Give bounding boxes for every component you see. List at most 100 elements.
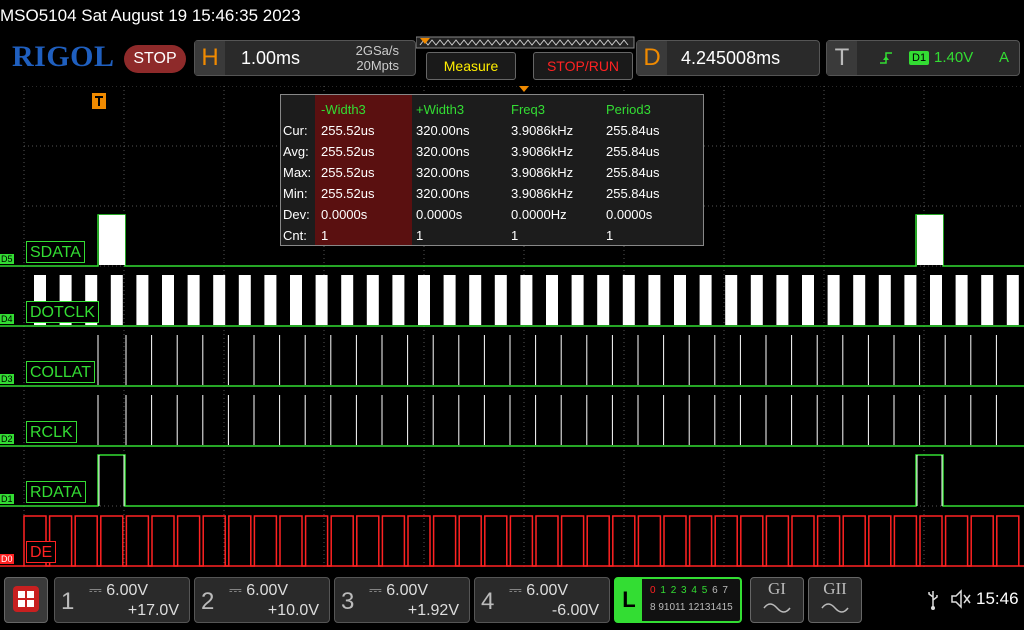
bus-2-label: GII (823, 579, 847, 598)
channel-1-scale-value: 6.00V (106, 582, 149, 599)
logic-ch-7: 7 (722, 585, 729, 596)
channel-2-box[interactable]: 2 ⎓ 6.00V +10.0V (194, 577, 330, 623)
measure-button[interactable]: Measure (426, 52, 516, 80)
speaker-muted-icon[interactable] (950, 589, 972, 609)
meas-header-neg-width: -Width3 (321, 102, 366, 117)
channel-1-box[interactable]: 1 ⎓ 6.00V +17.0V (54, 577, 190, 623)
trace-d4 (0, 275, 1024, 327)
meas-cell: 1 (511, 228, 519, 243)
bus-1-label: GI (768, 579, 786, 598)
rising-edge-icon (880, 52, 892, 64)
logic-key: L (616, 579, 642, 621)
trigger-t-marker (92, 93, 106, 109)
logic-channels-row2: 8 91011 12131415 (650, 602, 733, 613)
channel-label-de[interactable]: DE (26, 541, 57, 563)
channel-1-scale: ⎓ 6.00V (89, 582, 149, 599)
meas-cell: 1 (606, 228, 614, 243)
trigger-source-badge: D1 (909, 51, 930, 65)
meas-cell: 255.52us (321, 144, 375, 159)
channel-4-scale: ⎓ 6.00V (509, 582, 569, 599)
trigger-position-marker (519, 86, 529, 92)
stop-run-button[interactable]: STOP/RUN (533, 52, 633, 80)
logic-ch-1: 1 (660, 585, 667, 596)
channel-label-rclk[interactable]: RCLK (26, 421, 77, 443)
meas-cell: 255.84us (606, 165, 660, 180)
channel-4-offset: -6.00V (551, 602, 599, 619)
bus-2-button[interactable]: GII (808, 577, 862, 623)
channel-tag-d1: D1 (0, 494, 14, 504)
meas-cell: 0.0000s (321, 207, 368, 222)
bus-1-wave-icon (763, 603, 791, 613)
top-toolbar: RIGOL STOP H 1.00ms 2GSa/s 20Mpts Measur… (0, 36, 1024, 84)
waveform-position-bar[interactable] (416, 36, 636, 50)
channel-3-box[interactable]: 3 ⎓ 6.00V +1.92V (334, 577, 470, 623)
logic-ch-8: 8 (650, 602, 656, 613)
meas-row-label: Cnt: (283, 228, 307, 243)
logic-channels-row1: 0 1 2 3 4 5 6 7 (650, 585, 729, 596)
channel-4-number: 4 (481, 588, 495, 615)
meas-cell: 255.52us (321, 123, 375, 138)
meas-cell: 255.52us (321, 165, 375, 180)
channel-1-number: 1 (61, 588, 75, 615)
menu-button[interactable] (4, 577, 48, 623)
meas-cell: 3.9086kHz (511, 144, 574, 159)
meas-cell: 320.00ns (416, 165, 470, 180)
logic-ch-3: 3 (681, 585, 688, 596)
grid-menu-icon (13, 586, 39, 612)
channel-2-scale: ⎓ 6.00V (229, 582, 289, 599)
meas-cell: 3.9086kHz (511, 186, 574, 201)
horizontal-timebase-box[interactable]: H 1.00ms 2GSa/s 20Mpts (194, 40, 416, 76)
channel-tag-d3: D3 (0, 374, 14, 384)
trace-d1 (0, 454, 1024, 507)
logic-ch-4: 4 (691, 585, 698, 596)
channel-tag-d4: D4 (0, 314, 14, 324)
logic-ch-11: 11 (675, 602, 686, 613)
trigger-level: 1.40V (934, 49, 974, 66)
meas-cell: 255.84us (606, 123, 660, 138)
channel-tag-d0: D0 (0, 554, 14, 564)
logic-ch-10: 10 (663, 602, 676, 613)
memory-depth: 20Mpts (356, 58, 399, 73)
delay-box[interactable]: D 4.245008ms (636, 40, 820, 76)
channel-4-scale-value: 6.00V (526, 582, 569, 599)
logic-ch-13: 13 (699, 602, 711, 613)
measurement-table: -Width3 +Width3 Freq3 Period3 Cur: 255.5… (280, 94, 704, 246)
channel-2-number: 2 (201, 588, 215, 615)
trigger-mode: A (999, 49, 1010, 66)
meas-header-period: Period3 (606, 102, 651, 117)
logic-ch-5: 5 (701, 585, 709, 596)
bus-2-wave-icon (821, 603, 849, 613)
trigger-box[interactable]: T D1 1.40V A (826, 40, 1020, 76)
channel-tag-d5: D5 (0, 254, 14, 264)
meas-header-freq: Freq3 (511, 102, 545, 117)
run-state-badge[interactable]: STOP (124, 45, 186, 73)
channel-label-dotclk[interactable]: DOTCLK (26, 301, 99, 323)
meas-cell: 0.0000s (416, 207, 463, 222)
logic-analyzer-box[interactable]: L 0 1 2 3 4 5 6 7 8 91011 12131415 (614, 577, 742, 623)
logic-ch-15: 15 (721, 602, 733, 613)
channel-label-collat[interactable]: COLLAT (26, 361, 96, 383)
channel-3-number: 3 (341, 588, 355, 615)
channel-1-offset: +17.0V (127, 602, 179, 619)
waveform-display[interactable]: -Width3 +Width3 Freq3 Period3 Cur: 255.5… (0, 86, 1024, 570)
meas-header-pos-width: +Width3 (416, 102, 465, 117)
channel-4-box[interactable]: 4 ⎓ 6.00V -6.00V (474, 577, 610, 623)
bottom-bar: 1 ⎓ 6.00V +17.0V 2 ⎓ 6.00V +10.0V 3 ⎓ 6.… (0, 574, 1024, 630)
meas-row-label: Max: (283, 165, 312, 180)
bus-1-button[interactable]: GI (750, 577, 804, 623)
meas-cell: 320.00ns (416, 186, 470, 201)
meas-cell: 320.00ns (416, 123, 470, 138)
meas-cell: 255.52us (321, 186, 375, 201)
meas-cell: 1 (416, 228, 424, 243)
trace-d3 (0, 335, 1024, 387)
channel-label-rdata[interactable]: RDATA (26, 481, 86, 503)
logic-ch-0: 0 (650, 585, 657, 596)
meas-cell: 0.0000Hz (511, 207, 567, 222)
horizontal-key: H (195, 41, 225, 75)
channel-label-sdata[interactable]: SDATA (26, 241, 85, 263)
trigger-key: T (827, 41, 857, 75)
delay-key: D (637, 41, 667, 75)
meas-row-label: Avg: (283, 144, 309, 159)
meas-cell: 1 (321, 228, 329, 243)
logic-ch-12: 12 (688, 602, 700, 613)
